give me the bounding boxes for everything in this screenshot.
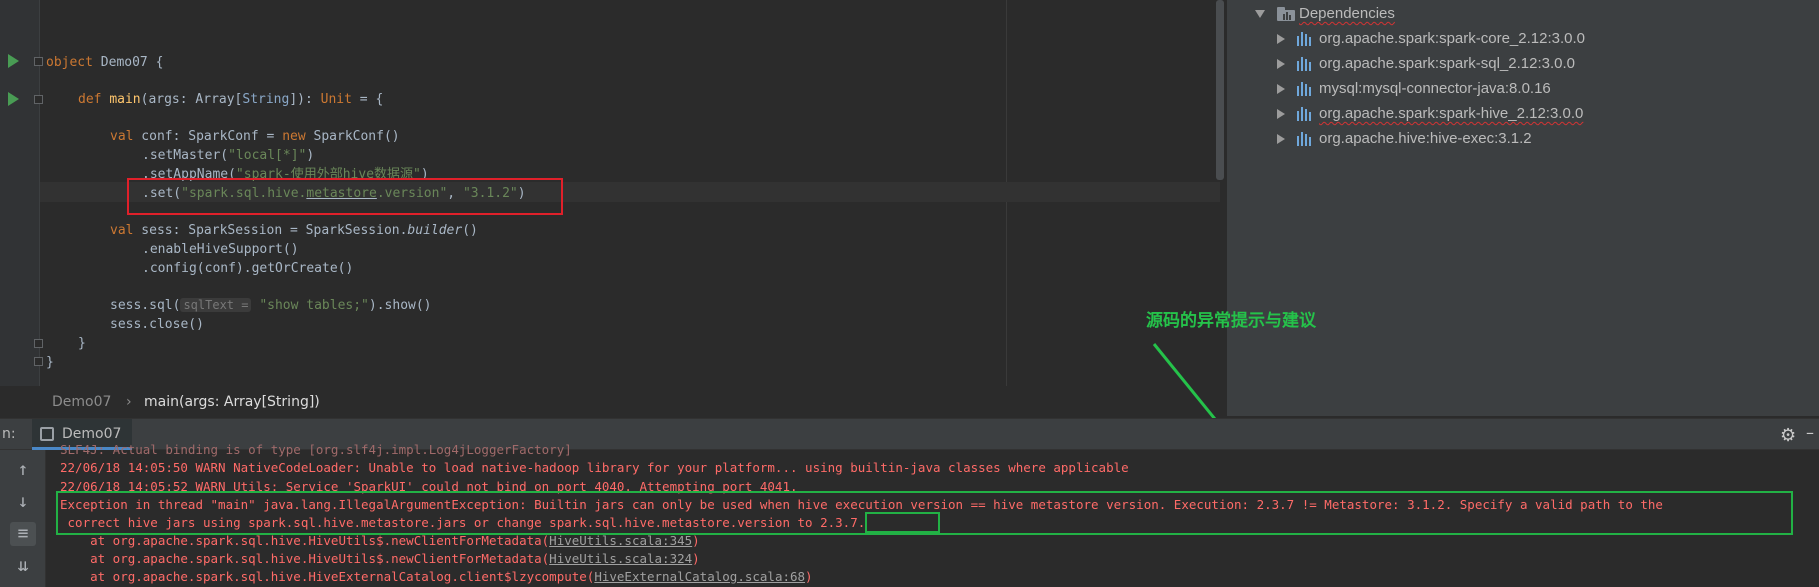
collapsed-arrow-icon[interactable] [1277, 34, 1285, 44]
console-sidebar: ↑ ↓ ≡ ⇊ [0, 450, 46, 587]
run-main-icon[interactable] [8, 92, 19, 106]
stack-link[interactable]: HiveUtils.scala:324 [549, 551, 692, 566]
code-line-sql: sess.sql(sqlText = "show tables;").show(… [110, 298, 432, 313]
editor-scrollbar[interactable] [1216, 0, 1224, 180]
stack-link[interactable]: HiveUtils.scala:345 [549, 533, 692, 548]
code-line-object: object Demo07 { [46, 55, 164, 70]
parameter-hint: sqlText = [180, 298, 252, 312]
fold-main-icon[interactable] [34, 95, 43, 104]
code-line-conf: val conf: SparkConf = new SparkConf() [110, 129, 400, 144]
console-line: 22/06/18 14:05:50 WARN NativeCodeLoader:… [60, 460, 1129, 475]
gear-icon[interactable]: ⚙ [1780, 425, 1796, 446]
breadcrumb-file[interactable]: Demo07 [52, 394, 111, 410]
collapsed-arrow-icon[interactable] [1277, 59, 1285, 69]
collapsed-arrow-icon[interactable] [1277, 134, 1285, 144]
fold-object-end-icon[interactable] [34, 357, 43, 366]
code-line-brace-inner: } [78, 336, 86, 351]
library-icon [1297, 107, 1313, 121]
breadcrumb: Demo07 › main(args: Array[String]) [40, 390, 1226, 416]
dependencies-folder-icon [1277, 7, 1295, 21]
collapsed-arrow-icon[interactable] [1277, 84, 1285, 94]
arrow-up-icon[interactable]: ↑ [10, 458, 36, 482]
code-line-def-main: def main(args: Array[String]): Unit = { [78, 92, 384, 107]
run-object-icon[interactable] [8, 54, 19, 68]
code-line-sess: val sess: SparkSession = SparkSession.bu… [110, 223, 478, 238]
annotation-label: 源码的异常提示与建议 [1146, 311, 1316, 331]
console-line: SLF4J: Actual binding is of type [org.sl… [60, 442, 572, 457]
breadcrumb-separator: › [126, 394, 132, 410]
code-line-setmaster: .setMaster("local[*]") [142, 148, 315, 163]
library-icon [1297, 57, 1313, 71]
hide-icon[interactable]: – [1806, 423, 1814, 442]
console-icon [40, 427, 54, 441]
code-line-close: sess.close() [110, 317, 204, 332]
dependency-label: mysql:mysql-connector-java:8.0.16 [1319, 80, 1551, 97]
scroll-to-end-icon[interactable]: ⇊ [10, 554, 36, 578]
code-line-config: .config(conf).getOrCreate() [142, 261, 354, 276]
console-stack-line: at org.apache.spark.sql.hive.HiveExterna… [60, 569, 813, 584]
library-icon [1297, 132, 1313, 146]
fold-object-icon[interactable] [34, 57, 43, 66]
library-icon [1297, 32, 1313, 46]
console-output[interactable]: SLF4J: Actual binding is of type [org.sl… [46, 442, 1819, 587]
dependency-label: org.apache.spark:spark-sql_2.12:3.0.0 [1319, 55, 1575, 72]
dependency-label: org.apache.spark:spark-core_2.12:3.0.0 [1319, 30, 1585, 47]
run-label: n: [2, 426, 16, 442]
project-dependencies-panel: Dependencies org.apache.spark:spark-core… [1226, 0, 1819, 416]
console-stack-line: at org.apache.spark.sql.hive.HiveUtils$.… [60, 551, 700, 566]
dependency-label: org.apache.spark:spark-hive_2.12:3.0.0 [1319, 105, 1584, 122]
collapsed-arrow-icon[interactable] [1277, 109, 1285, 119]
soft-wrap-icon[interactable]: ≡ [10, 522, 36, 546]
dependency-label: org.apache.hive:hive-exec:3.1.2 [1319, 130, 1532, 147]
code-editor[interactable]: object Demo07 { def main(args: Array[Str… [0, 0, 1226, 386]
dependencies-label: Dependencies [1299, 5, 1395, 22]
breadcrumb-method[interactable]: main(args: Array[String]) [144, 394, 320, 410]
code-line-enablehive: .enableHiveSupport() [142, 242, 299, 257]
version-highlight-box [865, 512, 940, 533]
expanded-arrow-icon[interactable] [1255, 10, 1265, 18]
stack-link[interactable]: HiveExternalCatalog.scala:68 [594, 569, 805, 584]
fold-main-end-icon[interactable] [34, 339, 43, 348]
arrow-down-icon[interactable]: ↓ [10, 490, 36, 514]
metastore-version-highlight-box [127, 178, 563, 215]
library-icon [1297, 82, 1313, 96]
code-line-brace-outer: } [46, 355, 54, 370]
